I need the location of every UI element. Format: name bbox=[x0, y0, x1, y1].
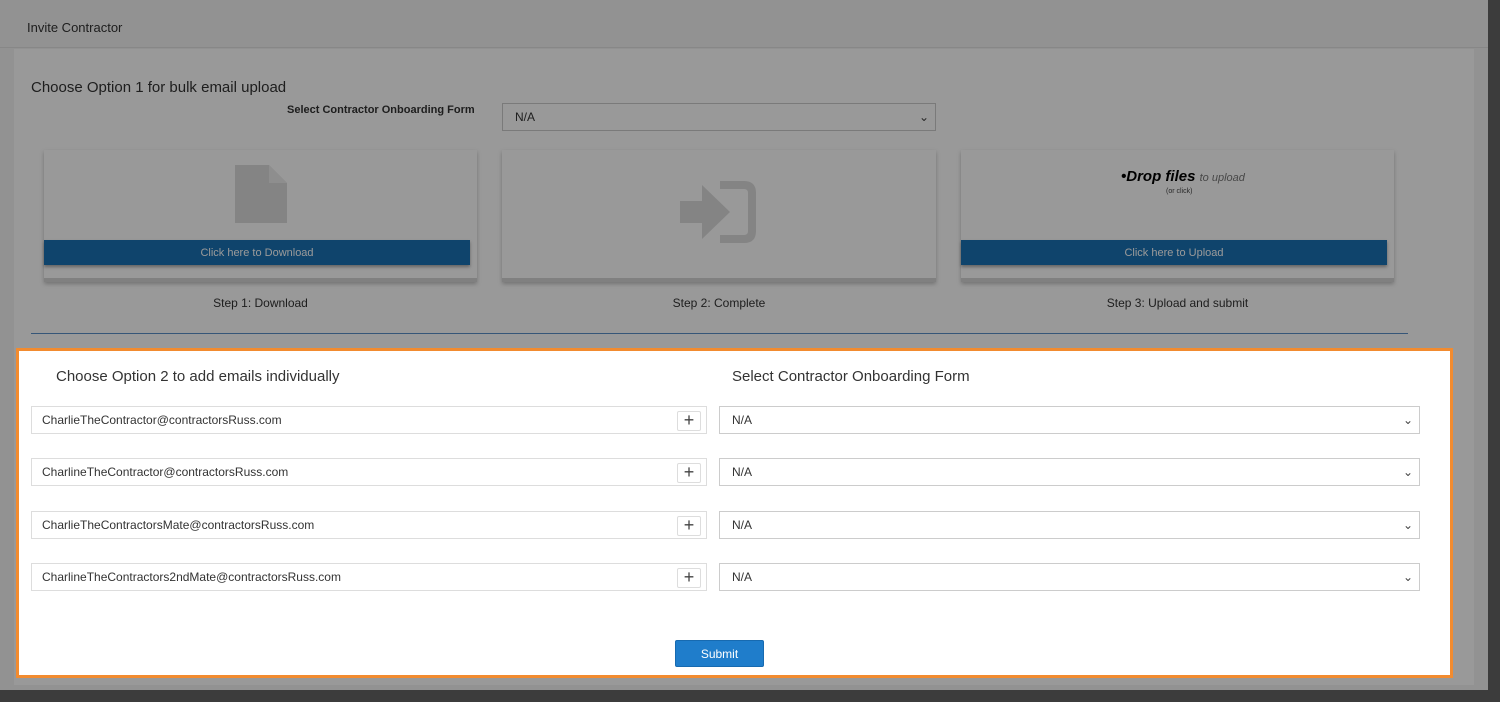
email-input[interactable]: CharlineTheContractor@contractorsRuss.co… bbox=[31, 458, 707, 486]
email-input[interactable]: CharlieTheContractor@contractorsRuss.com bbox=[31, 406, 707, 434]
add-row-button[interactable]: + bbox=[677, 568, 701, 588]
window-titlebar: Invite Contractor bbox=[0, 8, 1488, 48]
email-input[interactable]: CharlieTheContractorsMate@contractorsRus… bbox=[31, 511, 707, 539]
drop-files-graphic[interactable]: •Drop files to upload bbox=[1121, 168, 1245, 185]
email-input[interactable]: CharlineTheContractors2ndMate@contractor… bbox=[31, 563, 707, 591]
complete-card bbox=[502, 150, 936, 282]
chevron-down-icon: ⌄ bbox=[918, 110, 929, 124]
email-row: CharlieTheContractor@contractorsRuss.com… bbox=[31, 406, 1421, 434]
onboarding-form-select[interactable]: N/A ⌄ bbox=[719, 406, 1420, 434]
add-row-button[interactable]: + bbox=[677, 463, 701, 483]
onboarding-form-select[interactable]: N/A ⌄ bbox=[719, 511, 1420, 539]
email-row: CharlineTheContractor@contractorsRuss.co… bbox=[31, 458, 1421, 486]
download-card: Click here to Download bbox=[44, 150, 477, 282]
section-divider bbox=[31, 333, 1408, 334]
onboarding-form-value: N/A bbox=[732, 570, 753, 584]
email-row: CharlieTheContractorsMate@contractorsRus… bbox=[31, 511, 1421, 539]
option2-form-label: Select Contractor Onboarding Form bbox=[732, 368, 970, 385]
onboarding-form-select[interactable]: N/A ⌄ bbox=[719, 458, 1420, 486]
sign-in-arrow-icon bbox=[680, 181, 756, 243]
upload-button[interactable]: Click here to Upload bbox=[961, 240, 1387, 265]
file-icon bbox=[235, 165, 287, 223]
add-row-button[interactable]: + bbox=[677, 516, 701, 536]
chevron-down-icon: ⌄ bbox=[1402, 465, 1413, 479]
email-row: CharlineTheContractors2ndMate@contractor… bbox=[31, 563, 1421, 591]
upload-card[interactable]: •Drop files to upload (or click) Click h… bbox=[961, 150, 1394, 282]
option2-panel: Choose Option 2 to add emails individual… bbox=[16, 348, 1453, 678]
chevron-down-icon: ⌄ bbox=[1402, 518, 1413, 532]
submit-button[interactable]: Submit bbox=[675, 640, 764, 667]
step1-label: Step 1: Download bbox=[213, 296, 308, 310]
window-title: Invite Contractor bbox=[27, 20, 123, 35]
step3-label: Step 3: Upload and submit bbox=[1106, 296, 1249, 310]
chevron-down-icon: ⌄ bbox=[1402, 570, 1413, 584]
step2-label: Step 2: Complete bbox=[672, 296, 766, 310]
add-row-button[interactable]: + bbox=[677, 411, 701, 431]
onboarding-form-value: N/A bbox=[732, 413, 753, 427]
onboarding-form-value: N/A bbox=[732, 518, 753, 532]
onboarding-form-select[interactable]: N/A ⌄ bbox=[719, 563, 1420, 591]
drop-files-subtext: (or click) bbox=[1166, 188, 1193, 195]
option1-form-value: N/A bbox=[515, 110, 536, 124]
onboarding-form-value: N/A bbox=[732, 465, 753, 479]
option1-title: Choose Option 1 for bulk email upload bbox=[31, 79, 287, 96]
option1-form-label: Select Contractor Onboarding Form bbox=[287, 104, 475, 116]
download-button[interactable]: Click here to Download bbox=[44, 240, 470, 265]
chevron-down-icon: ⌄ bbox=[1402, 413, 1413, 427]
option1-form-select[interactable]: N/A ⌄ bbox=[502, 103, 936, 131]
option2-title: Choose Option 2 to add emails individual… bbox=[56, 368, 340, 385]
